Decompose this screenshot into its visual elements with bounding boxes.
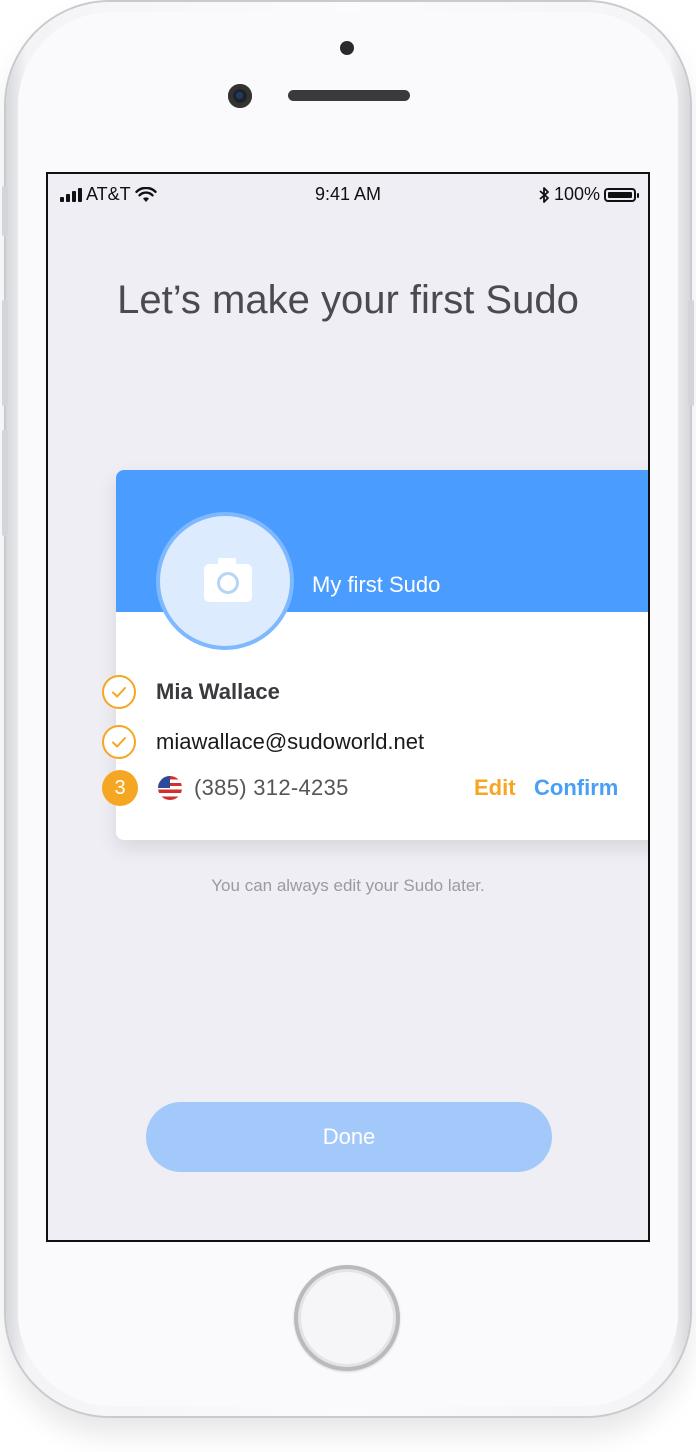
home-button[interactable] xyxy=(294,1265,400,1371)
battery-percent: 100% xyxy=(553,184,600,204)
step-badge: 3 xyxy=(102,770,138,806)
edit-later-hint: You can always edit your Sudo later. xyxy=(211,876,485,895)
volume-down-button xyxy=(2,430,8,536)
card-title[interactable]: My first Sudo xyxy=(312,572,440,598)
name-row: Mia Wallace xyxy=(102,672,648,712)
camera-icon xyxy=(204,558,252,602)
page-title: Let’s make your first Sudo xyxy=(117,278,579,322)
power-button xyxy=(688,300,694,406)
avatar-photo-picker[interactable] xyxy=(156,512,294,650)
phone-row: 3 (385) 312-4235 Edit Confirm xyxy=(102,768,648,808)
front-camera xyxy=(228,84,252,108)
bluetooth-icon xyxy=(539,186,549,203)
sudo-email[interactable]: miawallace@sudoworld.net xyxy=(156,729,424,755)
edit-phone-button[interactable]: Edit xyxy=(474,775,516,801)
confirm-phone-button[interactable]: Confirm xyxy=(534,775,618,801)
checkmark-icon xyxy=(102,675,136,709)
done-button[interactable]: Done xyxy=(146,1102,552,1172)
us-flag-icon xyxy=(158,776,182,800)
screen: AT&T 9:41 AM 100% Let’s make your first … xyxy=(46,172,650,1242)
status-right: 100% xyxy=(538,184,639,205)
status-bar: AT&T 9:41 AM 100% xyxy=(48,174,648,214)
proximity-sensor xyxy=(340,41,354,55)
checkmark-icon xyxy=(102,725,136,759)
mute-switch xyxy=(2,186,8,236)
earpiece-speaker xyxy=(288,90,410,101)
email-row: miawallace@sudoworld.net xyxy=(102,722,648,762)
battery-icon xyxy=(604,187,639,202)
sudo-card: My first Sudo Mia Wallace miawallace@sud… xyxy=(102,470,648,840)
sudo-name[interactable]: Mia Wallace xyxy=(156,679,280,705)
sudo-phone-number: (385) 312-4235 xyxy=(194,775,349,800)
volume-up-button xyxy=(2,300,8,406)
